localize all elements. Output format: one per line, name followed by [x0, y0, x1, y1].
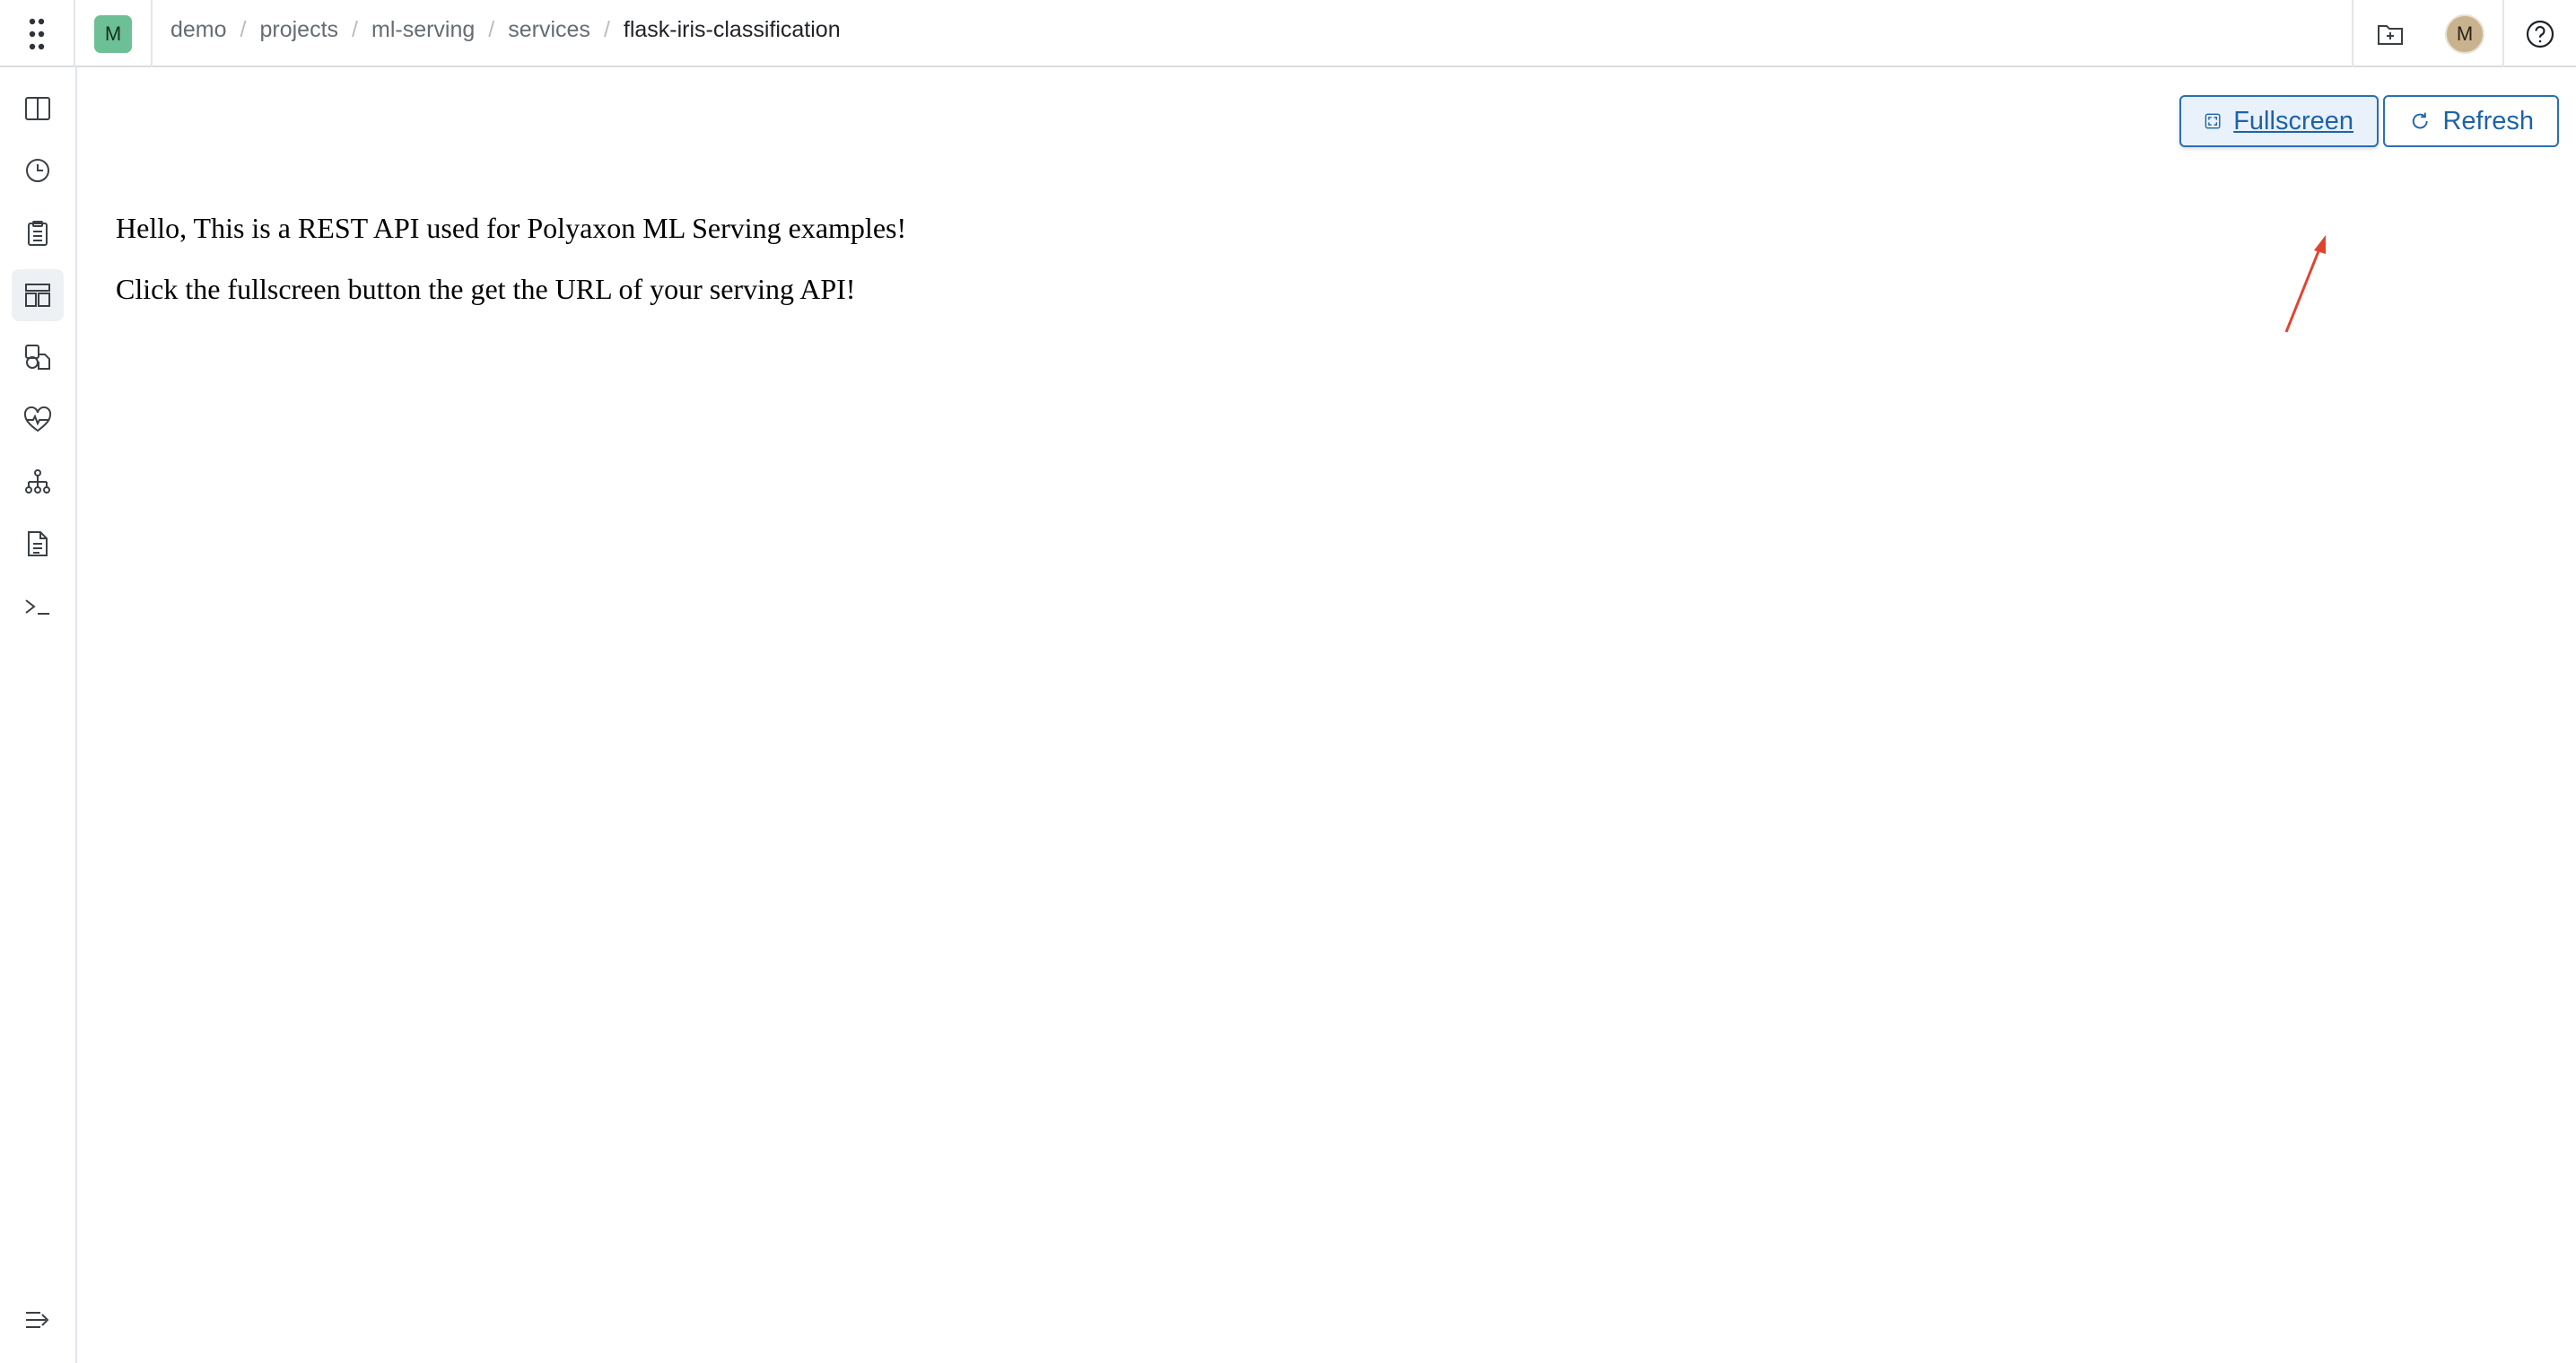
- expand-sidebar-button[interactable]: [12, 1294, 64, 1346]
- refresh-button[interactable]: Refresh: [2383, 95, 2559, 147]
- refresh-label: Refresh: [2442, 106, 2534, 135]
- folder-plus-icon: [2378, 24, 2403, 45]
- breadcrumb-item-services[interactable]: services: [508, 17, 590, 43]
- help-button[interactable]: [2502, 0, 2576, 67]
- clipboard-icon: [28, 221, 48, 246]
- fullscreen-label: Fullscreen: [2233, 106, 2353, 135]
- expand-sidebar-icon: [26, 1312, 49, 1328]
- sidebar-item-artifacts[interactable]: [12, 331, 64, 383]
- sidebar-item-monitoring[interactable]: [12, 394, 64, 446]
- apps-menu-button[interactable]: [0, 0, 75, 67]
- new-folder-button[interactable]: [2352, 0, 2427, 67]
- sidebar-item-dashboard[interactable]: [12, 269, 64, 321]
- terminal-icon: [25, 599, 49, 615]
- sidebar-item-terminal[interactable]: [12, 581, 64, 633]
- breadcrumb-separator: /: [488, 16, 495, 42]
- breadcrumb-separator: /: [240, 16, 247, 42]
- dots-grid-icon: [29, 18, 45, 49]
- org-avatar: M: [94, 14, 132, 53]
- breadcrumb-separator: /: [603, 16, 610, 42]
- breadcrumb-item-demo[interactable]: demo: [170, 17, 227, 43]
- fullscreen-icon: [2205, 113, 2221, 129]
- service-message-line: Hello, This is a REST API used for Polya…: [116, 212, 907, 244]
- annotation-arrow-icon: [2284, 235, 2326, 333]
- hierarchy-icon: [25, 469, 50, 494]
- breadcrumb-current: flask-iris-classification: [623, 16, 841, 42]
- service-iframe: Hello, This is a REST API used for Polya…: [116, 197, 906, 319]
- main-content: Fullscreen Refresh Hello, This is a REST…: [77, 67, 2576, 1363]
- sidebar-item-overview[interactable]: [12, 83, 64, 135]
- service-message-line: Click the fullscreen button the get the …: [116, 273, 856, 305]
- artifacts-icon: [25, 345, 50, 370]
- sidebar-item-docs[interactable]: [12, 518, 64, 570]
- help-icon: [2526, 20, 2554, 48]
- heart-monitor-icon: [23, 406, 52, 432]
- breadcrumb-item-projects[interactable]: projects: [260, 17, 339, 43]
- breadcrumb-separator: /: [352, 16, 358, 42]
- top-right-actions: M: [2352, 0, 2576, 67]
- avatar: M: [2445, 13, 2484, 54]
- sidebar-item-lineage[interactable]: [12, 456, 64, 508]
- refresh-icon: [2412, 112, 2428, 129]
- fullscreen-button[interactable]: Fullscreen: [2179, 95, 2379, 147]
- user-menu[interactable]: M: [2427, 0, 2502, 67]
- top-bar: M demo / projects / ml-serving / service…: [0, 0, 2576, 67]
- breadcrumb: demo / projects / ml-serving / services …: [170, 0, 841, 59]
- document-icon: [28, 531, 48, 556]
- org-switcher[interactable]: M: [75, 0, 153, 67]
- sidebar: [0, 67, 77, 1363]
- dashboard-icon: [25, 284, 50, 307]
- sidebar-item-runs[interactable]: [12, 144, 64, 197]
- breadcrumb-item-ml-serving[interactable]: ml-serving: [371, 17, 475, 43]
- sidebar-item-logs[interactable]: [12, 207, 64, 259]
- columns-icon: [25, 97, 50, 120]
- clock-icon: [26, 159, 49, 182]
